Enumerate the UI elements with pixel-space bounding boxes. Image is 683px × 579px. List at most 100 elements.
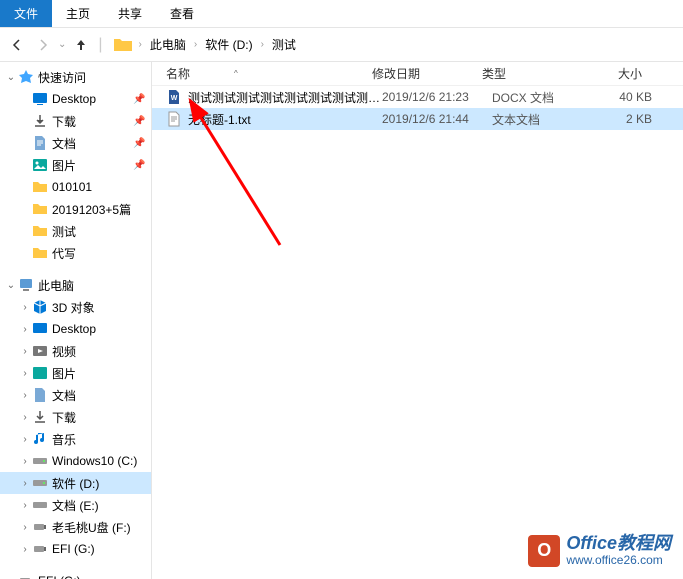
expand-icon[interactable]: ›: [18, 522, 32, 533]
file-size: 40 KB: [592, 90, 662, 104]
navigation-bar: ⌄ | › 此电脑 › 软件 (D:) › 测试: [0, 28, 683, 62]
sidebar-quick-access[interactable]: ⌄ 快速访问: [0, 66, 151, 88]
usb-icon: [18, 573, 34, 579]
sidebar-item-label: 文档 (E:): [52, 497, 151, 514]
expand-icon[interactable]: ›: [18, 390, 32, 401]
sidebar-item-label: 下载: [52, 409, 151, 426]
tab-share[interactable]: 共享: [104, 0, 156, 27]
sidebar-drive-g[interactable]: › EFI (G:): [0, 538, 151, 560]
file-name: 测试测试测试测试测试测试测试测试测试...: [188, 89, 382, 106]
document-icon: [32, 135, 48, 151]
sidebar-item-label: 文档: [52, 387, 151, 404]
sidebar-drive-g-2[interactable]: ⌄ EFI (G:): [0, 570, 151, 579]
sidebar-documents[interactable]: 文档 📌: [0, 132, 151, 154]
pin-icon: 📌: [133, 116, 145, 127]
sidebar-drive-c[interactable]: › Windows10 (C:): [0, 450, 151, 472]
sidebar-folder-010101[interactable]: 010101: [0, 176, 151, 198]
sidebar-item-label: 010101: [52, 180, 151, 194]
history-dropdown-icon[interactable]: ⌄: [58, 39, 66, 50]
breadcrumb-folder[interactable]: 测试: [268, 34, 300, 55]
sidebar-3d-objects[interactable]: › 3D 对象: [0, 296, 151, 318]
sidebar-folder-write[interactable]: 代写: [0, 242, 151, 264]
desktop-icon: [32, 91, 48, 107]
collapse-icon[interactable]: ⌄: [4, 576, 18, 579]
expand-icon[interactable]: ›: [18, 456, 32, 467]
sidebar-folder-20191203[interactable]: 20191203+5篇: [0, 198, 151, 220]
expand-icon[interactable]: ›: [18, 412, 32, 423]
sidebar-downloads[interactable]: 下载 📌: [0, 110, 151, 132]
expand-icon[interactable]: ›: [18, 544, 32, 555]
sidebar-item-label: 快速访问: [38, 69, 151, 86]
expand-icon[interactable]: ›: [18, 302, 32, 313]
sidebar-drive-d[interactable]: › 软件 (D:): [0, 472, 151, 494]
collapse-icon[interactable]: ⌄: [4, 280, 18, 291]
up-button[interactable]: [68, 32, 94, 58]
breadcrumb-drive[interactable]: 软件 (D:): [201, 34, 256, 55]
sidebar-folder-test[interactable]: 测试: [0, 220, 151, 242]
sidebar-videos[interactable]: › 视频: [0, 340, 151, 362]
sort-indicator-icon: ^: [234, 69, 238, 78]
file-row[interactable]: 无标题-1.txt 2019/12/6 21:44 文本文档 2 KB: [152, 108, 683, 130]
column-header-name[interactable]: 名称 ^: [152, 65, 372, 82]
sidebar-desktop-2[interactable]: › Desktop: [0, 318, 151, 340]
navigation-pane[interactable]: ⌄ 快速访问 Desktop 📌 下载 📌 文档 📌 图片 📌: [0, 62, 152, 579]
sidebar-item-label: EFI (G:): [38, 574, 151, 579]
expand-icon[interactable]: ›: [18, 324, 32, 335]
back-button[interactable]: [4, 32, 30, 58]
tab-view[interactable]: 查看: [156, 0, 208, 27]
sidebar-item-label: EFI (G:): [52, 542, 151, 556]
sidebar-downloads-2[interactable]: › 下载: [0, 406, 151, 428]
column-header-date[interactable]: 修改日期: [372, 65, 482, 82]
expand-icon[interactable]: ›: [18, 368, 32, 379]
download-icon: [32, 113, 48, 129]
column-header-size[interactable]: 大小: [582, 65, 652, 82]
pin-icon: 📌: [133, 160, 145, 171]
expand-icon[interactable]: ›: [18, 346, 32, 357]
file-date: 2019/12/6 21:23: [382, 90, 492, 104]
pin-icon: 📌: [133, 138, 145, 149]
document-icon: [32, 387, 48, 403]
column-headers: 名称 ^ 修改日期 类型 大小: [152, 62, 683, 86]
sidebar-item-label: 此电脑: [38, 277, 151, 294]
sidebar-documents-2[interactable]: › 文档: [0, 384, 151, 406]
sidebar-item-label: 下载: [52, 113, 133, 130]
expand-icon[interactable]: ›: [18, 434, 32, 445]
sidebar-desktop[interactable]: Desktop 📌: [0, 88, 151, 110]
word-file-icon: W: [166, 89, 182, 105]
sidebar-this-pc[interactable]: ⌄ 此电脑: [0, 274, 151, 296]
sidebar-music[interactable]: › 音乐: [0, 428, 151, 450]
3d-icon: [32, 299, 48, 315]
pc-icon: [18, 277, 34, 293]
folder-icon: [32, 179, 48, 195]
tab-file[interactable]: 文件: [0, 0, 52, 27]
desktop-icon: [32, 321, 48, 337]
sidebar-pictures-2[interactable]: › 图片: [0, 362, 151, 384]
download-icon: [32, 409, 48, 425]
sidebar-pictures[interactable]: 图片 📌: [0, 154, 151, 176]
sidebar-item-label: 视频: [52, 343, 151, 360]
sidebar-item-label: 图片: [52, 365, 151, 382]
expand-icon[interactable]: ›: [18, 478, 32, 489]
file-name: 无标题-1.txt: [188, 111, 382, 128]
pin-icon: 📌: [133, 94, 145, 105]
sidebar-item-label: 老毛桃U盘 (F:): [52, 519, 151, 536]
usb-icon: [32, 541, 48, 557]
sidebar-drive-f[interactable]: › 老毛桃U盘 (F:): [0, 516, 151, 538]
breadcrumb-root[interactable]: 此电脑: [146, 34, 190, 55]
breadcrumb: › 此电脑 › 软件 (D:) › 测试: [139, 34, 300, 55]
sidebar-drive-e[interactable]: › 文档 (E:): [0, 494, 151, 516]
sidebar-item-label: 文档: [52, 135, 133, 152]
expand-icon[interactable]: ›: [18, 500, 32, 511]
file-row[interactable]: W 测试测试测试测试测试测试测试测试测试... 2019/12/6 21:23 …: [152, 86, 683, 108]
tab-home[interactable]: 主页: [52, 0, 104, 27]
picture-icon: [32, 157, 48, 173]
folder-icon: [32, 201, 48, 217]
drive-icon: [32, 475, 48, 491]
sidebar-item-label: Windows10 (C:): [52, 454, 151, 468]
folder-icon: [32, 223, 48, 239]
collapse-icon[interactable]: ⌄: [4, 72, 18, 83]
forward-button[interactable]: [30, 32, 56, 58]
file-date: 2019/12/6 21:44: [382, 112, 492, 126]
column-header-type[interactable]: 类型: [482, 65, 582, 82]
sidebar-item-label: 3D 对象: [52, 299, 151, 316]
